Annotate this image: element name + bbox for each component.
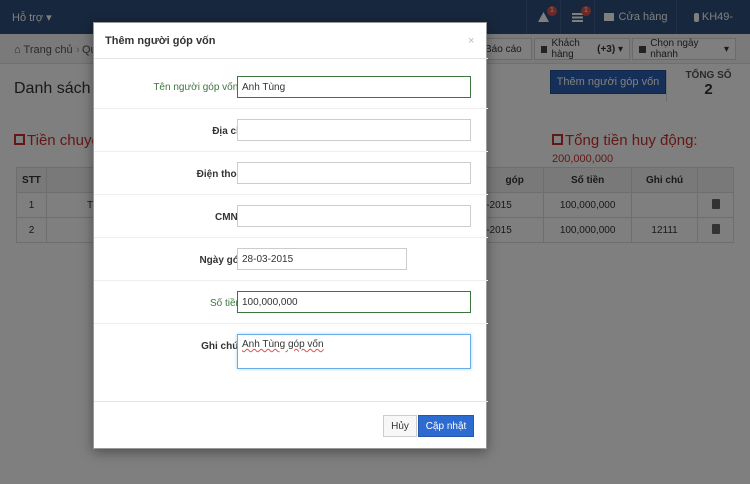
cancel-button[interactable]: Hủy xyxy=(383,415,417,437)
form-row-address: Địa chỉ xyxy=(94,109,488,152)
amount-label: Số tiền* xyxy=(94,298,245,309)
phone-input[interactable] xyxy=(237,162,471,184)
form-row-name: Tên người góp vốn * Anh Tùng xyxy=(94,66,488,109)
name-label-text: Tên người góp vốn xyxy=(153,82,239,93)
note-text: Anh Tùng góp vốn xyxy=(242,339,324,350)
close-icon[interactable]: × xyxy=(468,35,474,47)
name-input[interactable]: Anh Tùng xyxy=(237,76,471,98)
date-input[interactable]: 28-03-2015 xyxy=(237,248,407,270)
modal-title: Thêm người góp vốn xyxy=(105,35,216,47)
submit-button[interactable]: Cập nhật xyxy=(418,415,474,437)
amount-input[interactable]: 100,000,000 xyxy=(237,291,471,313)
modal-header: Thêm người góp vốn × xyxy=(94,23,488,59)
date-label: Ngày góp xyxy=(199,255,245,266)
name-label: Tên người góp vốn * xyxy=(94,82,245,93)
add-investor-modal: Thêm người góp vốn × Tên người góp vốn *… xyxy=(93,22,488,450)
id-input[interactable] xyxy=(237,205,471,227)
form-row-date: Ngày góp 28-03-2015 xyxy=(94,238,488,281)
form-row-phone: Điện thoại xyxy=(94,152,488,195)
id-label: CMND xyxy=(215,212,245,223)
form-row-note: Ghi chú * Anh Tùng góp vốn xyxy=(94,324,488,401)
form-row-id: CMND xyxy=(94,195,488,238)
address-label: Địa chỉ xyxy=(212,126,245,137)
note-label: Ghi chú * xyxy=(94,341,245,352)
modal-footer: Hủy Cập nhật xyxy=(94,401,488,450)
address-input[interactable] xyxy=(237,119,471,141)
form-row-amount: Số tiền* 100,000,000 xyxy=(94,281,488,324)
note-textarea[interactable]: Anh Tùng góp vốn xyxy=(237,334,471,369)
phone-label: Điện thoại xyxy=(196,169,245,180)
note-label-text: Ghi chú xyxy=(201,341,239,352)
